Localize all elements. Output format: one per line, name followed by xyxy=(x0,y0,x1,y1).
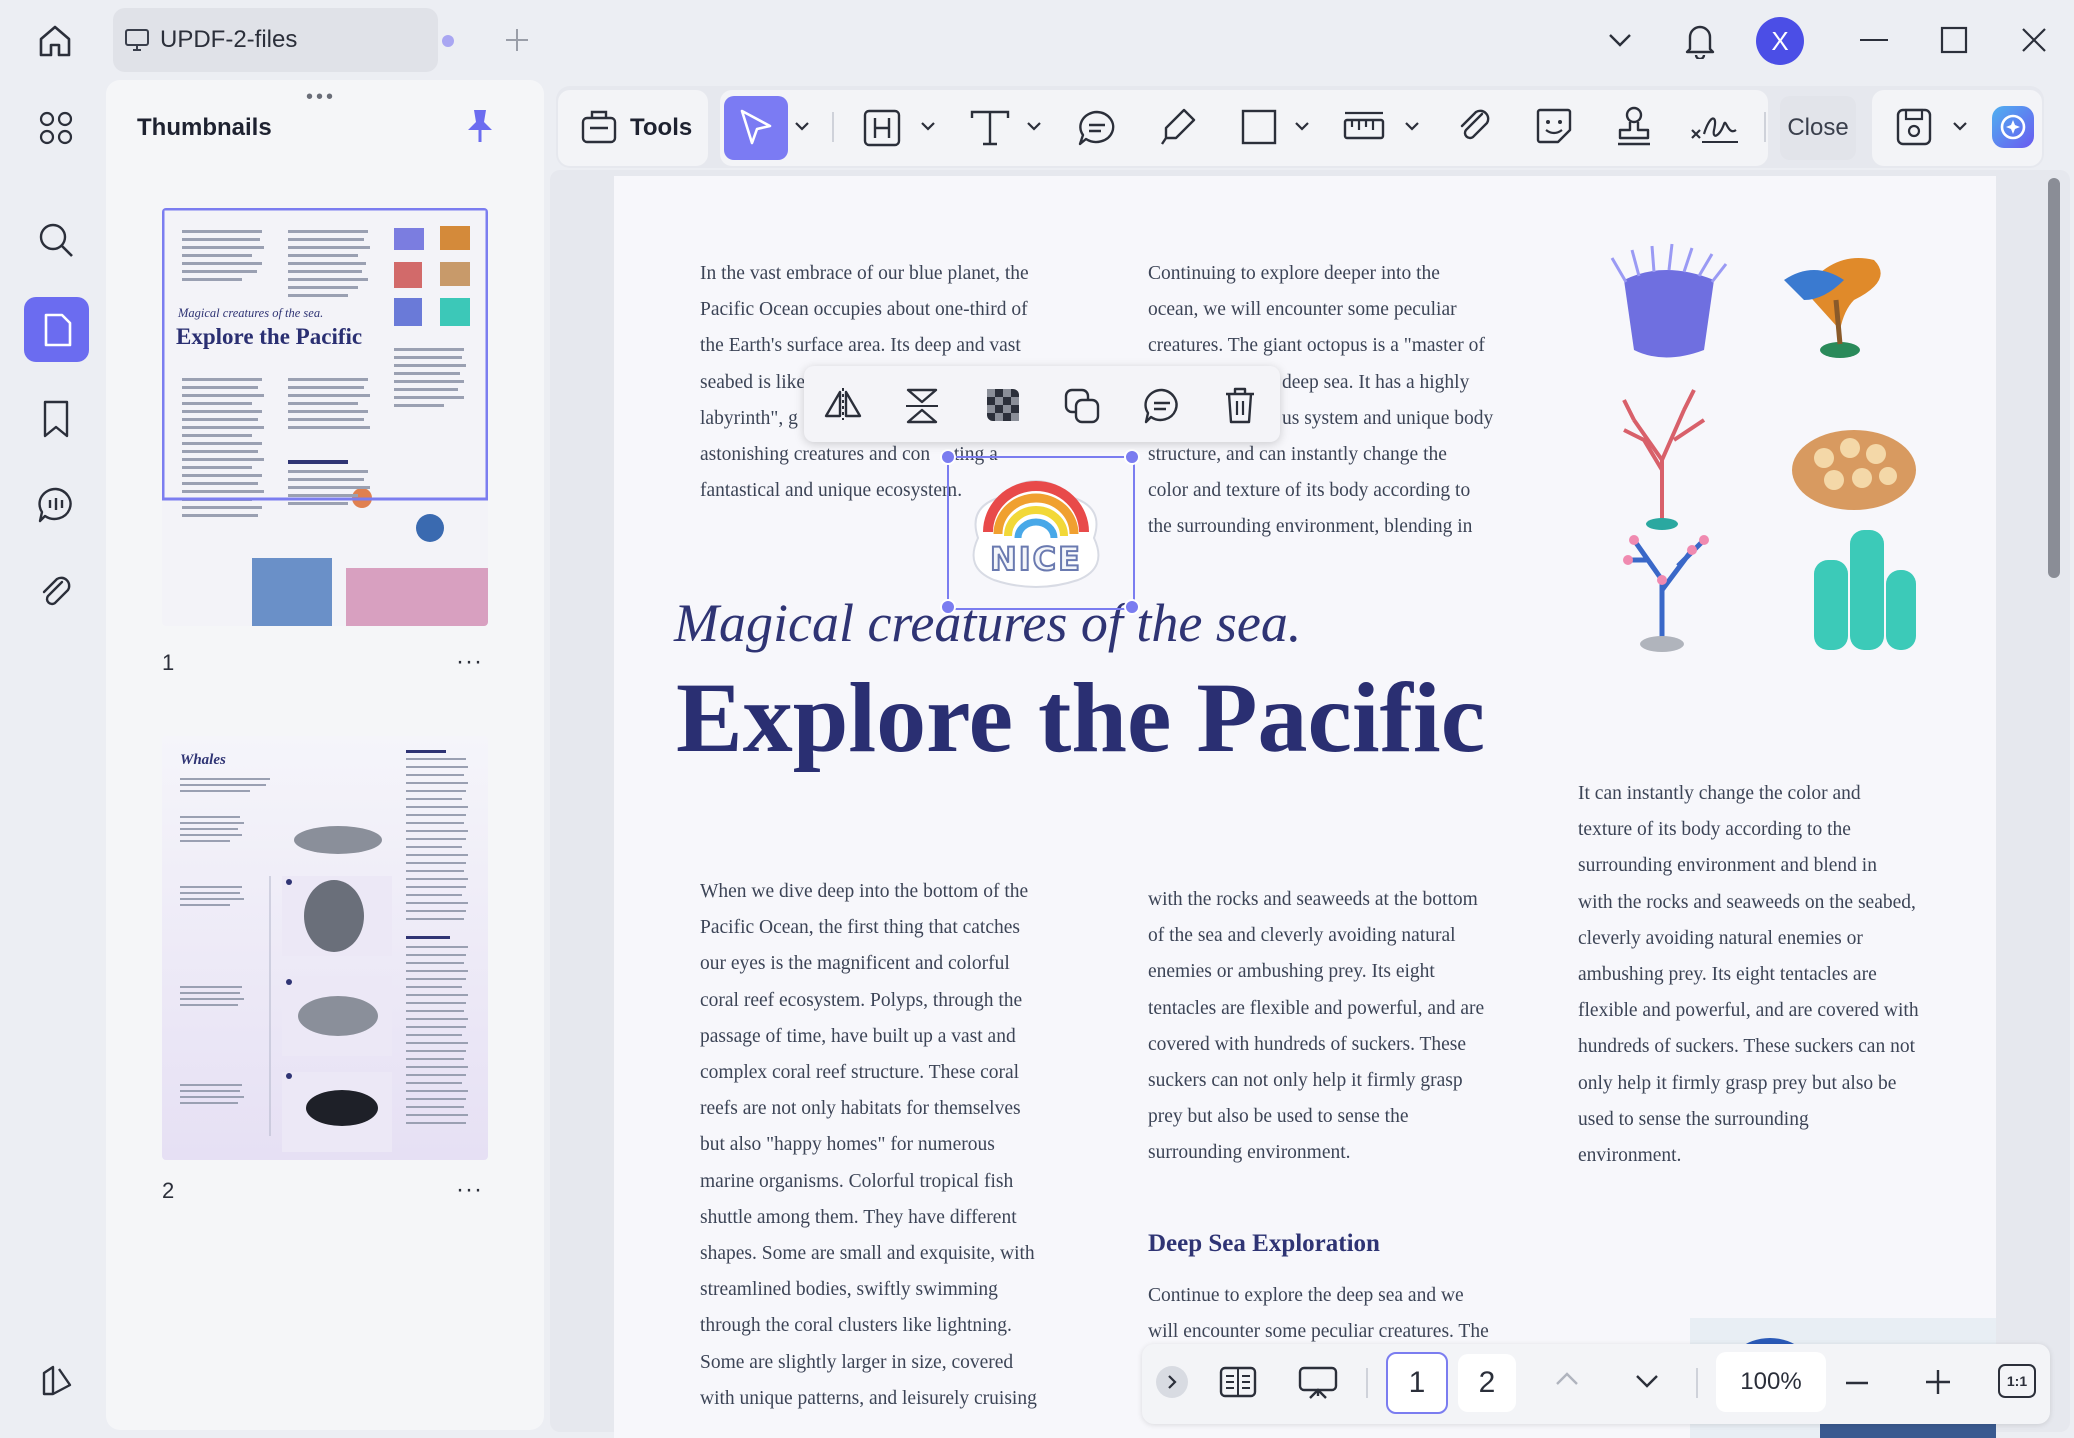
flip-horizontal-icon[interactable] xyxy=(822,386,864,422)
thumbnail-page-2[interactable] xyxy=(162,736,488,1160)
add-comment-icon[interactable] xyxy=(1142,386,1182,426)
bottombar-divider xyxy=(1696,1368,1698,1398)
bottombar-divider xyxy=(1366,1368,1368,1398)
sidebar-settings-icon[interactable] xyxy=(34,1358,80,1404)
thumbnail-more-1[interactable]: ··· xyxy=(456,648,483,676)
resize-handle-top-right[interactable] xyxy=(1124,449,1140,465)
chevron-down-icon[interactable] xyxy=(1600,22,1640,58)
section-heading: Deep Sea Exploration xyxy=(1148,1230,1380,1257)
actual-size-button[interactable]: 1:1 xyxy=(1998,1364,2036,1398)
thumbnail-number-1: 1 xyxy=(162,650,175,675)
new-tab-icon[interactable] xyxy=(500,22,534,58)
cursor-icon xyxy=(738,108,774,148)
page-icon xyxy=(38,308,78,352)
tools-label: Tools xyxy=(630,114,693,141)
pin-icon[interactable] xyxy=(462,106,498,146)
minimize-icon[interactable] xyxy=(1856,22,1892,58)
attachment-icon[interactable] xyxy=(34,570,78,618)
text-dropdown-icon[interactable] xyxy=(1026,120,1042,132)
toolbar-divider xyxy=(1764,112,1766,142)
coral-illustrations xyxy=(1610,243,1916,652)
panel-drag-handle[interactable]: ••• xyxy=(306,86,336,109)
avatar[interactable]: X xyxy=(1756,17,1804,65)
flip-vertical-icon[interactable] xyxy=(904,386,940,426)
presentation-icon[interactable] xyxy=(1296,1364,1340,1402)
ai-assistant-icon[interactable] xyxy=(1990,104,2036,150)
comment-tool-icon[interactable] xyxy=(1076,108,1118,148)
resize-handle-bottom-left[interactable] xyxy=(940,599,956,615)
col3-text: It can instantly change the color and te… xyxy=(1578,783,1919,1167)
thumbnails-title: Thumbnails xyxy=(137,114,272,141)
monitor-icon xyxy=(124,28,150,52)
sticker-icon[interactable] xyxy=(1534,106,1574,146)
mini-page2-title: Whales xyxy=(180,752,226,768)
zoom-level[interactable]: 100% xyxy=(1716,1352,1826,1412)
maximize-icon[interactable] xyxy=(1936,22,1972,58)
stamp-icon[interactable] xyxy=(1614,104,1654,148)
paperclip-icon[interactable] xyxy=(1456,106,1494,148)
bell-icon[interactable] xyxy=(1680,18,1720,62)
shape-dropdown-icon[interactable] xyxy=(1294,120,1310,132)
zoom-in-icon[interactable] xyxy=(1924,1368,1952,1396)
page-layout-icon[interactable] xyxy=(1218,1364,1258,1400)
col2-bottom-text: with the rocks and seaweeds at the botto… xyxy=(1148,889,1485,1164)
measure-dropdown-icon[interactable] xyxy=(1404,120,1420,132)
save-icon[interactable] xyxy=(1894,106,1934,148)
highlighter-icon[interactable] xyxy=(1158,106,1198,148)
resize-handle-top-left[interactable] xyxy=(940,449,956,465)
left-rail xyxy=(0,80,106,1438)
col1-bottom-text: When we dive deep into the bottom of the… xyxy=(700,881,1037,1409)
heading-dropdown-icon[interactable] xyxy=(920,120,936,132)
heading-tool-icon[interactable] xyxy=(862,108,902,148)
thumbnail-more-2[interactable]: ··· xyxy=(456,1176,483,1204)
comment-icon[interactable] xyxy=(32,482,80,528)
toolbox-icon xyxy=(580,106,618,146)
col2-section-text: Continue to explore the deep sea and we … xyxy=(1148,1285,1489,1343)
save-dropdown-icon[interactable] xyxy=(1952,120,1968,132)
selection-box[interactable] xyxy=(947,456,1135,610)
close-window-icon[interactable] xyxy=(2016,22,2052,58)
rectangle-tool-icon[interactable] xyxy=(1240,108,1278,146)
next-page-icon[interactable] xyxy=(1634,1372,1660,1390)
close-edit-button[interactable]: Close xyxy=(1780,96,1856,160)
delete-icon[interactable] xyxy=(1222,384,1258,426)
signature-icon[interactable] xyxy=(1688,110,1740,146)
thumbnail-number-2: 2 xyxy=(162,1178,175,1203)
text-tool-icon[interactable] xyxy=(968,108,1012,148)
page-button-2[interactable]: 2 xyxy=(1458,1354,1516,1412)
previous-page-icon[interactable] xyxy=(1554,1370,1580,1388)
bookmark-icon[interactable] xyxy=(36,396,76,442)
mini-title: Explore the Pacific xyxy=(176,324,363,349)
vertical-scrollbar[interactable] xyxy=(2048,178,2060,578)
select-dropdown-icon[interactable] xyxy=(794,120,810,132)
apps-grid-icon[interactable] xyxy=(32,104,80,152)
collapse-bar-icon[interactable] xyxy=(1156,1366,1188,1398)
sticker-context-toolbar xyxy=(804,366,1280,442)
unsaved-dot xyxy=(442,35,454,47)
toolbar-divider xyxy=(832,112,834,142)
opacity-icon[interactable] xyxy=(986,388,1020,422)
page-button-1[interactable]: 1 xyxy=(1386,1352,1448,1414)
thumbnail-page-1[interactable] xyxy=(162,208,488,626)
search-icon[interactable] xyxy=(32,216,80,264)
mini-subtitle: Magical creatures of the sea. xyxy=(178,306,324,320)
resize-handle-bottom-right[interactable] xyxy=(1124,599,1140,615)
tab-title: UPDF-2-files xyxy=(160,26,298,53)
home-icon[interactable] xyxy=(30,18,80,64)
document-title: Explore the Pacific xyxy=(676,662,1486,773)
zoom-out-icon[interactable] xyxy=(1844,1370,1870,1396)
duplicate-icon[interactable] xyxy=(1062,386,1102,426)
page-navigation-bar xyxy=(1142,1344,2050,1424)
measure-tool-icon[interactable] xyxy=(1342,108,1386,148)
